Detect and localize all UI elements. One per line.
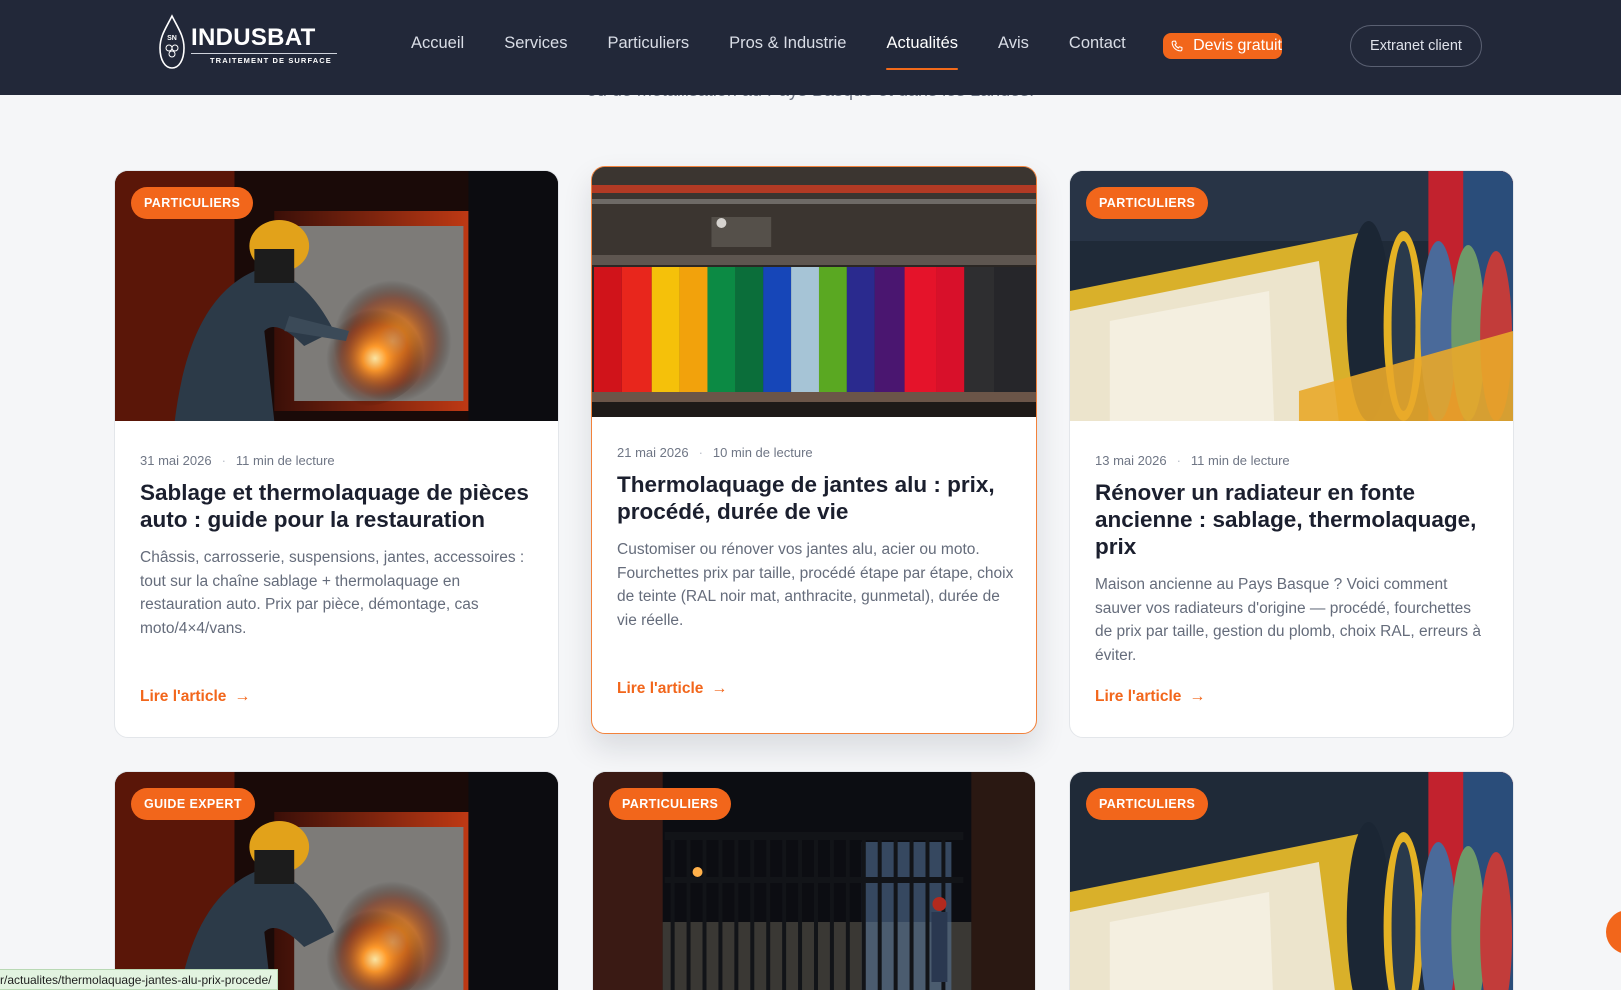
article-card[interactable]: PARTICULIERS [1069,771,1514,990]
article-description: Maison ancienne au Pays Basque ? Voici c… [1095,576,1481,664]
read-article-label: Lire l'article [1095,688,1182,705]
nav-item-particuliers[interactable]: Particuliers [607,34,689,60]
site-header: SN INDUSBAT TRAITEMENT DE SURFACE Accuei… [0,0,1621,95]
article-card[interactable]: 21 mai 2026 · 10 min de lecture Thermola… [591,166,1037,734]
meta-separator: · [698,445,703,460]
meta-separator: · [1176,453,1181,468]
article-date: 31 mai 2026 [140,453,212,468]
article-title[interactable]: Sablage et thermolaquage de pièces auto … [140,479,536,533]
article-date: 21 mai 2026 [617,445,689,460]
nav-item-accueil[interactable]: Accueil [411,34,464,60]
article-card[interactable]: PARTICULIERS 31 mai 2026 · 11 min de lec… [114,170,559,738]
arrow-right-icon: → [711,680,728,697]
nav-item-avis[interactable]: Avis [998,34,1029,60]
article-card[interactable]: PARTICULIERS [592,771,1036,990]
logo-name: INDUSBAT [191,24,316,51]
nav-item-actualites[interactable]: Actualités [886,34,958,70]
article-description: Customiser ou rénover vos jantes alu, ac… [617,541,1014,629]
article-image[interactable]: PARTICULIERS [1070,171,1513,421]
article-image[interactable]: GUIDE EXPERT [115,772,558,990]
article-read-time: 11 min de lecture [235,453,335,468]
meta-separator: · [221,453,226,468]
category-badge: PARTICULIERS [609,788,732,820]
main-nav: Accueil Services Particuliers Pros & Ind… [411,34,1166,70]
logo-divider [191,53,337,54]
category-badge: PARTICULIERS [1086,187,1209,219]
nav-item-pros-industrie[interactable]: Pros & Industrie [729,34,846,60]
article-meta: 13 mai 2026 · 11 min de lecture [1095,453,1290,468]
arrow-right-icon: → [1189,688,1206,705]
article-image[interactable]: PARTICULIERS [1070,772,1513,990]
nav-item-contact[interactable]: Contact [1069,34,1126,60]
read-article-link[interactable]: Lire l'article → [617,680,727,698]
article-image[interactable]: PARTICULIERS [115,171,558,421]
article-title[interactable]: Thermolaquage de jantes alu : prix, proc… [617,471,1014,525]
category-badge: PARTICULIERS [131,187,254,219]
article-card[interactable]: PARTICULIERS 13 mai 2026 · 11 min de lec… [1069,170,1514,738]
phone-icon [1171,40,1183,52]
read-article-label: Lire l'article [140,688,227,705]
browser-status-bar: r/actualites/thermolaquage-jantes-alu-pr… [0,969,279,990]
article-date: 13 mai 2026 [1095,453,1167,468]
logo-badge-icon: SN [159,14,185,69]
article-title[interactable]: Rénover un radiateur en fonte ancienne :… [1095,479,1491,560]
arrow-right-icon: → [234,688,251,705]
color-panels-image [592,167,1036,417]
category-badge: PARTICULIERS [1086,788,1209,820]
floating-action-button[interactable] [1606,910,1621,954]
logo[interactable]: SN INDUSBAT TRAITEMENT DE SURFACE [158,14,340,70]
article-read-time: 11 min de lecture [1190,453,1290,468]
read-article-label: Lire l'article [617,680,704,697]
read-article-link[interactable]: Lire l'article → [1095,688,1205,706]
devis-gratuit-label: Devis gratuit [1193,37,1282,54]
article-read-time: 10 min de lecture [712,445,813,460]
nav-item-services[interactable]: Services [504,34,567,60]
devis-gratuit-button[interactable]: Devis gratuit [1163,33,1282,59]
article-image[interactable]: PARTICULIERS [593,772,1035,990]
article-description: Châssis, carrosserie, suspensions, jante… [140,549,525,637]
article-image[interactable] [592,167,1036,417]
category-badge: GUIDE EXPERT [131,788,255,820]
article-meta: 21 mai 2026 · 10 min de lecture [617,445,813,460]
logo-badge-text: SN [167,35,177,42]
article-card[interactable]: GUIDE EXPERT [114,771,559,990]
extranet-client-button[interactable]: Extranet client [1350,25,1482,67]
logo-tagline: TRAITEMENT DE SURFACE [210,56,332,65]
article-meta: 31 mai 2026 · 11 min de lecture [140,453,335,468]
read-article-link[interactable]: Lire l'article → [140,688,250,706]
